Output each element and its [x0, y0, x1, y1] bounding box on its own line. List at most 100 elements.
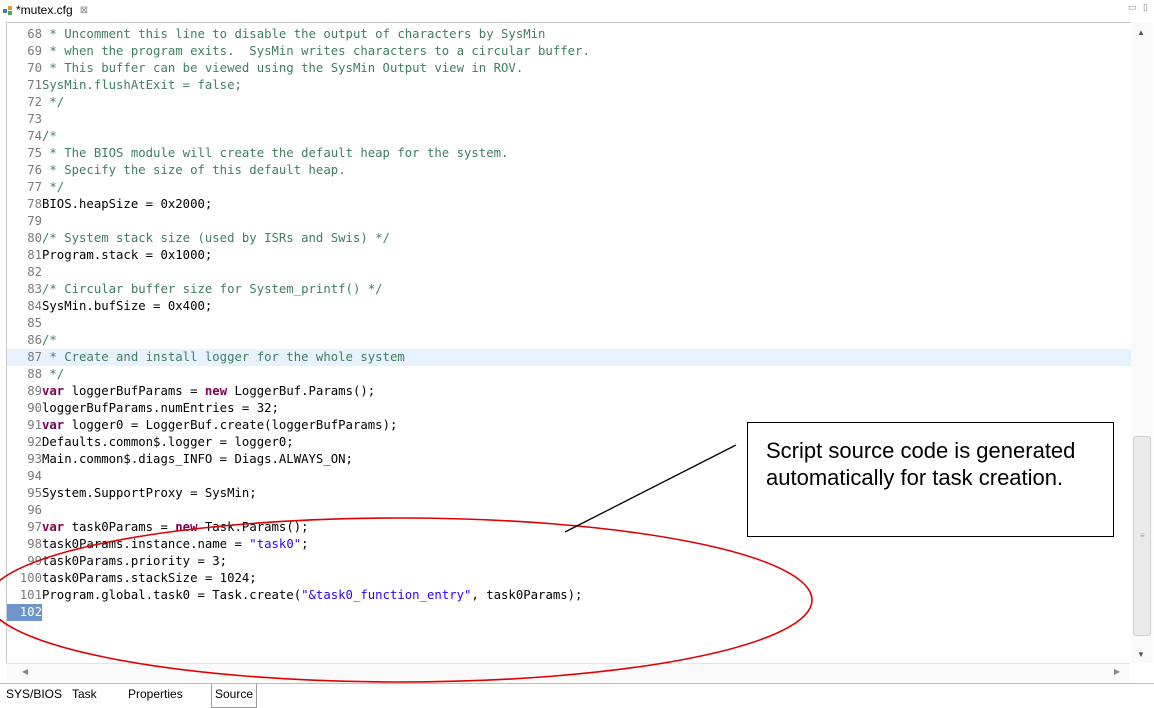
line-number: 72: [27, 95, 42, 109]
code-token: "task0": [249, 537, 302, 551]
line-number: 80: [27, 231, 42, 245]
code-line[interactable]: 78BIOS.heapSize = 0x2000;: [7, 196, 1131, 213]
code-token: new: [175, 520, 198, 534]
line-number: 93: [27, 452, 42, 466]
line-number: 81: [27, 248, 42, 262]
code-line[interactable]: 73: [7, 111, 1131, 128]
code-token: loggerBufParams.numEntries = 32;: [42, 401, 279, 415]
line-number: 88: [27, 367, 42, 381]
code-token: var: [42, 418, 65, 432]
code-line[interactable]: 89var loggerBufParams = new LoggerBuf.Pa…: [7, 383, 1131, 400]
line-number: 75: [27, 146, 42, 160]
code-line[interactable]: 81Program.stack = 0x1000;: [7, 247, 1131, 264]
scrollbar-thumb[interactable]: ≡: [1133, 436, 1151, 636]
tab-properties[interactable]: Properties: [128, 687, 183, 701]
scroll-down-icon[interactable]: ▼: [1137, 650, 1145, 659]
line-number: 82: [27, 265, 42, 279]
code-line[interactable]: 70 * This buffer can be viewed using the…: [7, 60, 1131, 77]
annotation-callout: Script source code is generated automati…: [747, 422, 1114, 537]
code-line[interactable]: 71SysMin.flushAtExit = false;: [7, 77, 1131, 94]
code-line[interactable]: 77 */: [7, 179, 1131, 196]
code-line[interactable]: 76 * Specify the size of this default he…: [7, 162, 1131, 179]
code-line[interactable]: 80/* System stack size (used by ISRs and…: [7, 230, 1131, 247]
line-number: 74: [27, 129, 42, 143]
line-number: 95: [27, 486, 42, 500]
code-line[interactable]: 101Program.global.task0 = Task.create("&…: [7, 587, 1131, 604]
code-token: * The BIOS module will create the defaul…: [42, 146, 509, 160]
line-number: 76: [27, 163, 42, 177]
code-token: task0Params.stackSize = 1024;: [42, 571, 257, 585]
code-line[interactable]: 100task0Params.stackSize = 1024;: [7, 570, 1131, 587]
window-controls[interactable]: ▭ ▯: [1128, 2, 1150, 13]
line-number: 101: [19, 588, 42, 602]
code-token: BIOS.heapSize = 0x2000;: [42, 197, 213, 211]
vertical-scrollbar[interactable]: ▲ ≡ ▼: [1131, 22, 1153, 663]
line-number: 89: [27, 384, 42, 398]
code-token: loggerBufParams =: [64, 384, 205, 398]
code-token: * Specify the size of this default heap.: [42, 163, 346, 177]
code-token: logger0 = LoggerBuf.create(loggerBufPara…: [64, 418, 398, 432]
line-number: 90: [27, 401, 42, 415]
code-line[interactable]: 85: [7, 315, 1131, 332]
code-token: Main.common$.diags_INFO = Diags.ALWAYS_O…: [42, 452, 353, 466]
code-token: * when the program exits. SysMin writes …: [42, 44, 590, 58]
line-number: 83: [27, 282, 42, 296]
code-line[interactable]: 82: [7, 264, 1131, 281]
line-number: 97: [27, 520, 42, 534]
code-token: new: [204, 384, 228, 398]
code-token: Program.global.task0 = Task.create(: [42, 588, 302, 602]
code-line[interactable]: 74/*: [7, 128, 1131, 145]
code-token: /* Circular buffer size for System_print…: [42, 282, 383, 296]
tab-sys-bios[interactable]: SYS/BIOS: [6, 687, 62, 701]
code-line[interactable]: 84SysMin.bufSize = 0x400;: [7, 298, 1131, 315]
code-line[interactable]: 98task0Params.instance.name = "task0";: [7, 536, 1131, 553]
code-token: "&task0_function_entry": [301, 588, 472, 602]
code-token: * This buffer can be viewed using the Sy…: [42, 61, 524, 75]
tab-task[interactable]: Task: [72, 687, 97, 701]
source-editor[interactable]: 68 * Uncomment this line to disable the …: [6, 22, 1131, 664]
code-token: ;: [301, 537, 309, 551]
scroll-left-icon[interactable]: ◀: [22, 667, 28, 676]
code-line[interactable]: 68 * Uncomment this line to disable the …: [7, 26, 1131, 43]
code-line[interactable]: 86/*: [7, 332, 1131, 349]
code-line[interactable]: 88 */: [7, 366, 1131, 383]
file-tab-mutex-cfg[interactable]: *mutex.cfg ⊠: [2, 0, 88, 20]
line-number: 70: [27, 61, 42, 75]
file-tab-label: *mutex.cfg: [16, 3, 73, 17]
code-line[interactable]: 75 * The BIOS module will create the def…: [7, 145, 1131, 162]
editor-tab-strip: *mutex.cfg ⊠ ▭ ▯: [0, 0, 1154, 22]
line-number: 69: [27, 44, 42, 58]
tab-source[interactable]: Source: [211, 684, 258, 708]
code-token: task0Params =: [64, 520, 176, 534]
line-number: 86: [27, 333, 42, 347]
code-line[interactable]: 69 * when the program exits. SysMin writ…: [7, 43, 1131, 60]
code-token: System.SupportProxy = SysMin;: [42, 486, 257, 500]
line-number: 85: [27, 316, 42, 330]
line-number: 94: [27, 469, 42, 483]
scroll-right-icon[interactable]: ▶: [1114, 667, 1120, 676]
horizontal-scrollbar[interactable]: ◀ ▶: [6, 663, 1130, 682]
code-token: * Create and install logger for the whol…: [42, 350, 405, 364]
line-number: 87: [27, 350, 42, 364]
line-number: 68: [27, 27, 42, 41]
code-token: var: [42, 384, 65, 398]
code-token: , task0Params);: [471, 588, 583, 602]
line-number: 92: [27, 435, 42, 449]
code-line[interactable]: 102: [7, 604, 1131, 621]
code-line[interactable]: 99task0Params.priority = 3;: [7, 553, 1131, 570]
scroll-up-icon[interactable]: ▲: [1137, 28, 1145, 37]
close-tab-icon[interactable]: ⊠: [80, 5, 88, 16]
code-token: SysMin.bufSize = 0x400;: [42, 299, 213, 313]
code-line[interactable]: 83/* Circular buffer size for System_pri…: [7, 281, 1131, 298]
code-token: task0Params.instance.name =: [42, 537, 250, 551]
code-token: LoggerBuf.Params();: [227, 384, 376, 398]
code-token: */: [42, 95, 65, 109]
grip-icon: ≡: [1140, 531, 1145, 540]
code-token: */: [42, 180, 65, 194]
code-line[interactable]: 79: [7, 213, 1131, 230]
code-line[interactable]: 90loggerBufParams.numEntries = 32;: [7, 400, 1131, 417]
line-number: 79: [27, 214, 42, 228]
code-line[interactable]: 72 */: [7, 94, 1131, 111]
code-line[interactable]: 87 * Create and install logger for the w…: [7, 349, 1131, 366]
line-number: 84: [27, 299, 42, 313]
